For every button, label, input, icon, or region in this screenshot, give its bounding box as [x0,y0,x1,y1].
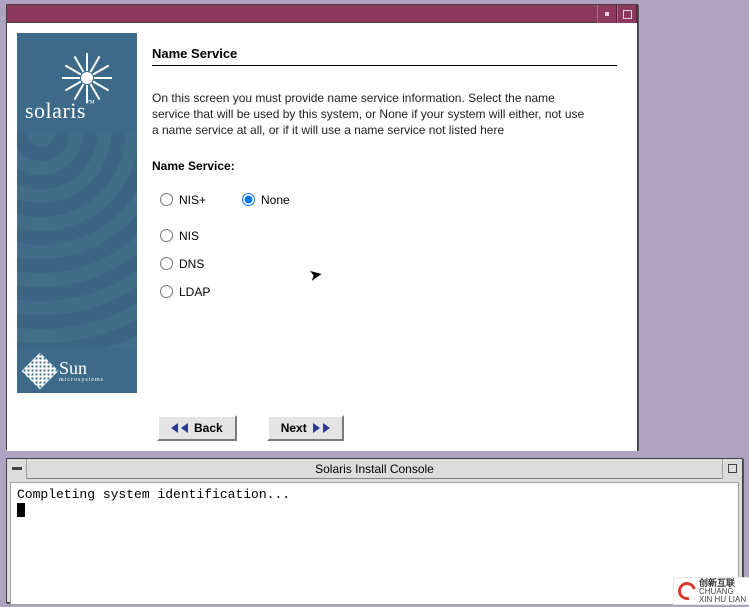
branding-sidebar: solaris™ Sun microsystems [17,33,137,393]
radio-nis-plus[interactable]: NIS+ [160,193,206,207]
sun-vendor-sub: microsystems [59,377,104,383]
chevron-right-icon [323,423,330,433]
console-titlebar: Solaris Install Console [7,459,742,479]
console-menu-button[interactable] [7,459,27,479]
radio-dns[interactable]: DNS [160,257,617,271]
radio-nis-plus-input[interactable] [160,193,173,206]
name-service-label: Name Service: [152,159,617,173]
radio-nis-label: NIS [179,229,199,243]
titlebar-minimize-button[interactable] [597,5,617,23]
chevron-left-icon [171,423,178,433]
installer-window: solaris™ Sun microsystems Name Service O… [6,4,638,450]
watermark-c-icon [675,579,700,604]
next-button[interactable]: Next [267,415,344,441]
radio-ldap-input[interactable] [160,285,173,298]
sun-rays-icon [62,53,112,103]
sun-vendor-text: Sun [59,358,87,378]
text-cursor-icon [17,503,25,517]
radio-nis[interactable]: NIS [160,229,617,243]
installer-body: solaris™ Sun microsystems Name Service O… [7,23,637,451]
console-output: Completing system identification... [10,482,739,605]
radio-none-input[interactable] [242,193,255,206]
watermark-bottom: CHUANG XIN HU LIAN [699,587,746,604]
radio-nis-plus-label: NIS+ [179,193,206,207]
page-description: On this screen you must provide name ser… [152,90,592,139]
solaris-logo-text: solaris™ [25,98,95,124]
radio-dns-label: DNS [179,257,204,271]
next-button-label: Next [281,421,307,435]
console-title-text: Solaris Install Console [27,462,722,476]
radio-dns-input[interactable] [160,257,173,270]
installer-titlebar [7,5,637,23]
radio-ldap[interactable]: LDAP [160,285,617,299]
titlebar-maximize-button[interactable] [617,5,637,23]
console-maximize-button[interactable] [722,459,742,479]
chevron-right-icon [313,423,320,433]
console-line-1: Completing system identification... [17,487,290,502]
title-divider [152,65,617,66]
sun-diamond-icon [22,352,59,389]
radio-nis-input[interactable] [160,229,173,242]
back-button-label: Back [194,421,223,435]
radio-none[interactable]: None [242,193,290,207]
back-button[interactable]: Back [157,415,237,441]
console-window: Solaris Install Console Completing syste… [6,458,743,603]
page-title: Name Service [152,46,617,61]
wizard-button-row: Back Next [17,405,627,441]
chevron-left-icon [181,423,188,433]
watermark-logo: 创新互联 CHUANG XIN HU LIAN [673,577,749,605]
sun-logo: Sun microsystems [17,348,137,393]
radio-ldap-label: LDAP [179,285,210,299]
radio-none-label: None [261,193,290,207]
main-pane: Name Service On this screen you must pro… [147,33,627,393]
